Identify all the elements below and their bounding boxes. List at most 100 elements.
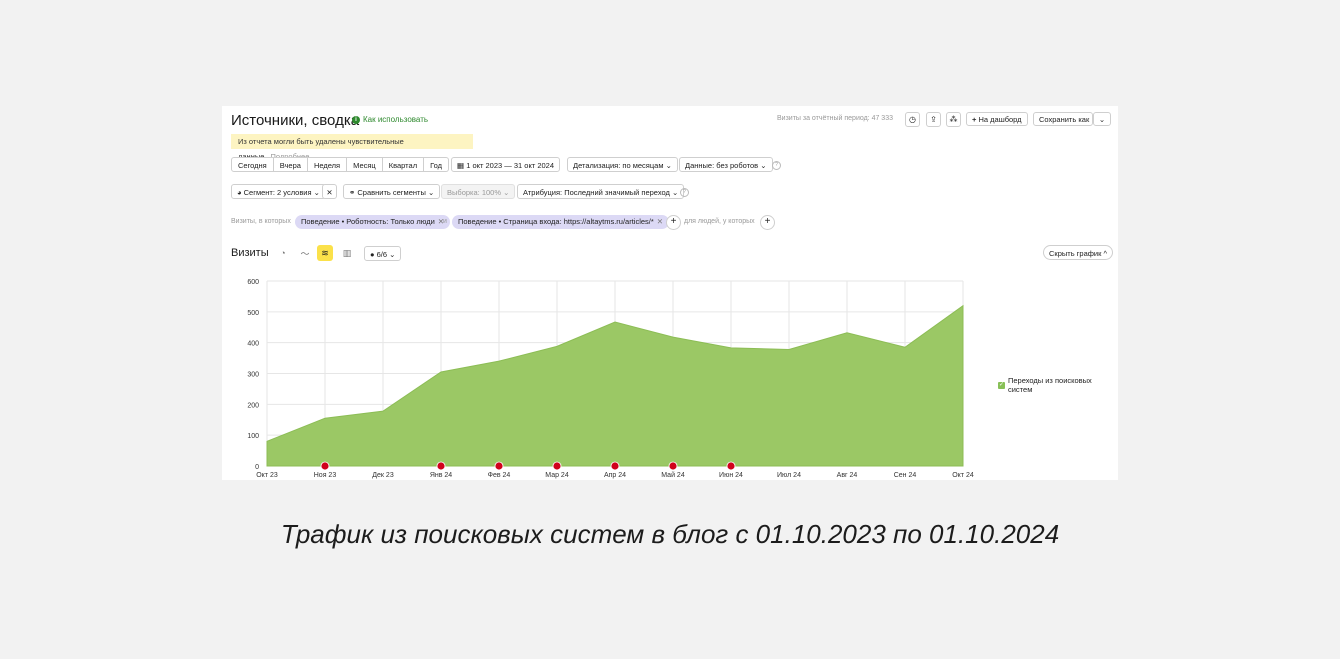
chevron-up-icon: ^ xyxy=(1103,249,1108,258)
area-chart-icon[interactable]: ≋ xyxy=(317,245,333,261)
x-tick-label: Май 24 xyxy=(661,471,685,479)
comment-icon: ● xyxy=(370,250,375,259)
export-button[interactable]: ⇪ xyxy=(926,112,941,127)
filter-and: и xyxy=(443,218,447,225)
chevron-down-icon: ⌄ xyxy=(503,188,510,197)
x-tick-label: Июл 24 xyxy=(777,472,801,479)
filter-suffix: для людей, у которых xyxy=(684,218,755,225)
compare-label: Сравнить сегменты xyxy=(357,188,426,197)
sample-label: Выборка: 100% xyxy=(447,188,501,197)
x-tick-label: Июн 24 xyxy=(719,472,743,479)
detail-dropdown[interactable]: Детализация: по месяцам ⌄ xyxy=(567,157,678,172)
series-area xyxy=(266,304,964,467)
period-yesterday[interactable]: Вчера xyxy=(273,157,308,172)
x-tick-label: Ноя 23 xyxy=(314,472,337,479)
chevron-down-icon: ⌄ xyxy=(665,161,672,170)
annotation-marker[interactable] xyxy=(668,461,678,471)
chevron-down-icon: ⌄ xyxy=(313,188,320,197)
y-tick-label: 0 xyxy=(255,464,259,471)
save-as-label: Сохранить как xyxy=(1039,115,1090,124)
clock-button[interactable]: ◷ xyxy=(905,112,920,127)
annotation-marker[interactable] xyxy=(552,461,562,471)
annotation-marker[interactable] xyxy=(320,461,330,471)
data-label: Данные: без роботов xyxy=(685,161,759,170)
date-range-label: 1 окт 2023 — 31 окт 2024 xyxy=(466,161,555,170)
period-year[interactable]: Год xyxy=(424,157,450,172)
period-quarter[interactable]: Квартал xyxy=(382,157,425,172)
chevron-down-icon: ⌄ xyxy=(389,250,396,259)
sample-dropdown[interactable]: Выборка: 100% ⌄ xyxy=(441,184,516,199)
report-panel: Источники, сводка i Как использовать Виз… xyxy=(222,106,1118,480)
chevron-down-icon: ⌄ xyxy=(760,161,767,170)
sensitive-data-notice: Из отчета могли быть удалены чувствитель… xyxy=(231,134,473,161)
y-tick-label: 200 xyxy=(247,402,259,409)
annotation-marker[interactable] xyxy=(494,461,504,471)
x-tick-label: Апр 24 xyxy=(604,472,626,479)
legend-label: Переходы из поисковых систем xyxy=(1007,376,1092,394)
segment-label: Сегмент: 2 условия xyxy=(243,188,312,197)
filter-chip-robots[interactable]: Поведение • Роботность: Только люди ✕ xyxy=(295,215,451,229)
add-people-filter-button[interactable]: + xyxy=(760,215,775,230)
plus-icon: + xyxy=(764,216,771,227)
clear-segment-button[interactable]: ✕ xyxy=(322,184,337,199)
hide-chart-label: Скрыть график xyxy=(1049,249,1102,258)
y-tick-label: 300 xyxy=(247,372,259,379)
figure-caption: Трафик из поисковых систем в блог с 01.1… xyxy=(280,519,1060,549)
segment-dropdown[interactable]: ◕ Сегмент: 2 условия ⌄ xyxy=(231,184,326,199)
calendar-icon: ▦ xyxy=(457,161,465,170)
annotation-marker[interactable] xyxy=(436,461,446,471)
y-tick-label: 600 xyxy=(247,279,259,286)
visits-total: Визиты за отчётный период: 47 333 xyxy=(777,115,893,122)
chevron-down-icon: ⌄ xyxy=(427,188,435,197)
period-week[interactable]: Неделя xyxy=(307,157,348,172)
line-chart-icon[interactable]: 〜 xyxy=(297,245,313,261)
attribution-dropdown[interactable]: Атрибуция: Последний значимый переход ⌄ xyxy=(517,184,685,199)
help-icon[interactable]: ? xyxy=(680,188,689,197)
period-month[interactable]: Месяц xyxy=(347,157,383,172)
add-filter-button[interactable]: + xyxy=(666,215,681,230)
bar-chart-icon[interactable]: ▥ xyxy=(339,245,355,261)
data-dropdown[interactable]: Данные: без роботов ⌄ xyxy=(679,157,773,172)
x-tick-label: Сен 24 xyxy=(894,472,917,479)
hide-chart-button[interactable]: Скрыть график ^ xyxy=(1043,245,1114,260)
annotation-marker[interactable] xyxy=(726,461,736,471)
chevron-down-icon: ⌄ xyxy=(671,188,679,197)
annotations-label: 6/6 xyxy=(376,250,388,259)
page-title: Источники, сводка xyxy=(231,112,360,129)
annotation-marker[interactable] xyxy=(610,461,620,471)
annotations-dropdown[interactable]: ● 6/6 ⌄ xyxy=(364,246,402,261)
period-today[interactable]: Сегодня xyxy=(231,157,274,172)
checkbox-checked-icon[interactable]: ✓ xyxy=(998,381,1005,389)
visits-area-chart: 0 100 200 300 400 500 600 Окт 23 Ноя 23 Дек 23 Янв… xyxy=(247,279,974,479)
close-icon[interactable]: ✕ xyxy=(657,217,663,226)
filter-chip-label: Поведение • Страница входа: https://alta… xyxy=(458,217,654,226)
share-icon: ⁂ xyxy=(949,115,958,124)
detail-label: Детализация: по месяцам xyxy=(573,161,664,170)
filter-prefix: Визиты, в которых xyxy=(231,218,291,225)
x-tick-label: Фев 24 xyxy=(488,472,511,479)
info-icon: i xyxy=(352,115,360,124)
filter-chip-entry-page[interactable]: Поведение • Страница входа: https://alta… xyxy=(452,215,670,229)
chevron-down-icon: ⌄ xyxy=(1098,115,1106,124)
plus-icon: + xyxy=(670,216,677,227)
x-tick-label: Дек 23 xyxy=(372,472,394,479)
date-range-picker[interactable]: ▦ 1 окт 2023 — 31 окт 2024 xyxy=(451,157,561,172)
filter-chip-label: Поведение • Роботность: Только люди xyxy=(301,217,435,226)
period-selector: Сегодня Вчера Неделя Месяц Квартал Год xyxy=(231,157,450,172)
save-as-button[interactable]: Сохранить как xyxy=(1033,112,1093,126)
compare-icon: ⚭ xyxy=(349,188,356,197)
save-as-dropdown[interactable]: ⌄ xyxy=(1093,112,1111,126)
how-to-use-link[interactable]: i Как использовать xyxy=(352,115,428,124)
chart-legend[interactable]: ✓ Переходы из поисковых систем xyxy=(998,376,1118,394)
add-to-dashboard-button[interactable]: + На дашборд xyxy=(966,112,1028,126)
x-tick-label: Окт 23 xyxy=(256,472,278,479)
segment-icon: ◕ xyxy=(237,188,242,197)
y-tick-label: 100 xyxy=(247,433,259,440)
x-tick-label: Авг 24 xyxy=(837,472,858,479)
pie-chart-icon[interactable]: ◔ xyxy=(275,245,291,261)
share-button[interactable]: ⁂ xyxy=(946,112,961,127)
chart-title: Визиты xyxy=(231,247,269,259)
help-icon[interactable]: ? xyxy=(772,161,781,170)
compare-segments-dropdown[interactable]: ⚭ Сравнить сегменты ⌄ xyxy=(343,184,441,199)
clock-icon: ◷ xyxy=(909,115,916,124)
